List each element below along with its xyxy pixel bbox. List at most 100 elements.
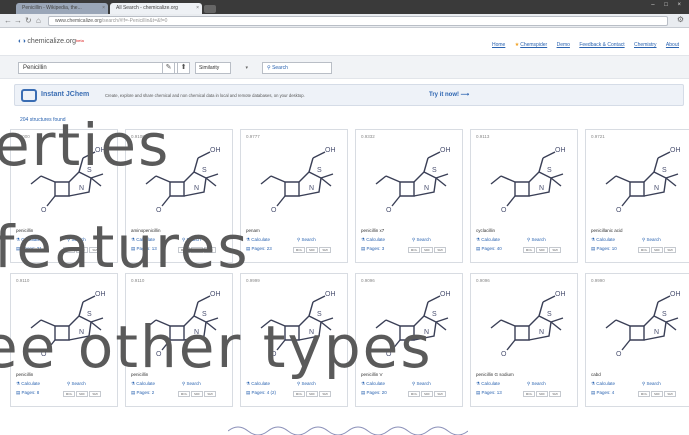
format-sdf-button[interactable]: SDF — [306, 391, 318, 397]
compound-name[interactable]: penicillin G sodium — [476, 372, 514, 377]
structure-diagram[interactable]: N S O OH — [132, 286, 228, 368]
format-mol-button[interactable]: MOL — [523, 391, 535, 397]
result-card[interactable]: 0.9096 N S O OH penicillin G sodium ⚗ Ca… — [470, 273, 578, 407]
pages-link[interactable]: ▤ Pages: 21 — [16, 246, 42, 252]
calculate-link[interactable]: ⚗ Calculate — [476, 237, 500, 243]
structure-diagram[interactable]: N S O OH — [247, 286, 343, 368]
structure-diagram[interactable]: N S O OH — [477, 142, 573, 224]
draw-structure-icon[interactable]: ✎ — [162, 62, 175, 74]
format-mol-button[interactable]: MOL — [63, 247, 75, 253]
format-mol-button[interactable]: MOL — [638, 247, 650, 253]
search-link[interactable]: ⚲ Search — [297, 381, 316, 387]
result-card[interactable]: 0.9110 N S O OH penicillin ⚗ Calculate ⚲… — [125, 273, 233, 407]
format-smi-button[interactable]: SMI — [664, 391, 676, 397]
compound-name[interactable]: cabd — [591, 372, 601, 377]
format-sdf-button[interactable]: SDF — [421, 391, 433, 397]
format-smi-button[interactable]: SMI — [319, 391, 331, 397]
format-sdf-button[interactable]: SDF — [191, 247, 203, 253]
address-bar[interactable]: www.chemicalize.org/search/#!f=-Penicill… — [48, 16, 668, 26]
format-smi-button[interactable]: SMI — [664, 247, 676, 253]
compound-name[interactable]: penicillin V — [361, 372, 383, 377]
format-sdf-button[interactable]: SDF — [651, 247, 663, 253]
format-mol-button[interactable]: MOL — [63, 391, 75, 397]
pages-link[interactable]: ▤ Pages: 20 — [361, 390, 387, 396]
format-sdf-button[interactable]: SDF — [536, 391, 548, 397]
pages-link[interactable]: ▤ Pages: 13 — [131, 246, 157, 252]
search-link[interactable]: ⚲ Search — [67, 237, 86, 243]
format-mol-button[interactable]: MOL — [408, 391, 420, 397]
pages-link[interactable]: ▤ Pages: 3 — [361, 246, 384, 252]
search-mode-select[interactable]: Similarity — [195, 62, 231, 74]
format-smi-button[interactable]: SMI — [434, 247, 446, 253]
structure-diagram[interactable]: N S O OH — [362, 142, 458, 224]
pages-link[interactable]: ▤ Pages: 23 — [246, 246, 272, 252]
result-card[interactable]: 0.9721 N S O OH penicillanic acid ⚗ Calc… — [585, 129, 689, 263]
format-mol-button[interactable]: MOL — [178, 247, 190, 253]
result-card[interactable]: 0.9999 N S O OH ⚗ Calculate ⚲ Search ▤ P… — [240, 273, 348, 407]
structure-diagram[interactable]: N S O OH — [592, 286, 688, 368]
format-smi-button[interactable]: SMI — [204, 247, 216, 253]
format-mol-button[interactable]: MOL — [293, 247, 305, 253]
format-mol-button[interactable]: MOL — [178, 391, 190, 397]
result-card[interactable]: 0.9990 N S O OH cabd ⚗ Calculate ⚲ Searc… — [585, 273, 689, 407]
structure-diagram[interactable]: N S O OH — [362, 286, 458, 368]
structure-diagram[interactable]: N S O OH — [17, 142, 113, 224]
compound-name[interactable]: penicillin — [131, 372, 148, 377]
result-card[interactable]: 0.9110 N S O OH penicillin ⚗ Calculate ⚲… — [10, 273, 118, 407]
format-sdf-button[interactable]: SDF — [76, 247, 88, 253]
calculate-link[interactable]: ⚗ Calculate — [361, 237, 385, 243]
format-mol-button[interactable]: MOL — [293, 391, 305, 397]
result-card[interactable]: 0.9777 N S O OH penam ⚗ Calculate ⚲ Sear… — [240, 129, 348, 263]
format-smi-button[interactable]: SMI — [89, 391, 101, 397]
result-card[interactable]: 0.9000 N S O OH penicillin ⚗ Calculate ⚲… — [10, 129, 118, 263]
compound-name[interactable]: penicillin — [16, 228, 33, 233]
new-tab-button[interactable] — [204, 5, 216, 13]
pages-link[interactable]: ▤ Pages: 4 (2) — [246, 390, 276, 396]
search-link[interactable]: ⚲ Search — [527, 381, 546, 387]
wrench-icon[interactable]: ⚙ — [677, 15, 684, 24]
calculate-link[interactable]: ⚗ Calculate — [591, 237, 615, 243]
search-button[interactable]: ⚲ Search — [262, 62, 332, 74]
top-link-chemspider[interactable]: Chemspider — [520, 42, 547, 48]
calculate-link[interactable]: ⚗ Calculate — [591, 381, 615, 387]
search-link[interactable]: ⚲ Search — [182, 381, 201, 387]
calculate-link[interactable]: ⚗ Calculate — [131, 237, 155, 243]
format-sdf-button[interactable]: SDF — [536, 247, 548, 253]
search-link[interactable]: ⚲ Search — [642, 237, 661, 243]
compound-name[interactable]: penicillanic acid — [591, 228, 623, 233]
format-smi-button[interactable]: SMI — [319, 247, 331, 253]
top-link-about[interactable]: About — [666, 42, 679, 48]
structure-diagram[interactable]: N S O OH — [132, 142, 228, 224]
browser-tab-active[interactable]: All Search - chemicalize.org × — [110, 3, 202, 14]
result-card[interactable]: 0.9332 N S O OH penicillin x7 ⚗ Calculat… — [355, 129, 463, 263]
structure-diagram[interactable]: N S O OH — [477, 286, 573, 368]
format-smi-button[interactable]: SMI — [549, 391, 561, 397]
format-mol-button[interactable]: MOL — [408, 247, 420, 253]
search-link[interactable]: ⚲ Search — [527, 237, 546, 243]
search-link[interactable]: ⚲ Search — [182, 237, 201, 243]
result-card[interactable]: 0.9100 N S O OH aminopenicillin ⚗ Calcul… — [125, 129, 233, 263]
calculate-link[interactable]: ⚗ Calculate — [246, 237, 270, 243]
format-smi-button[interactable]: SMI — [89, 247, 101, 253]
pages-link[interactable]: ▤ Pages: 8 — [16, 390, 39, 396]
pages-link[interactable]: ▤ Pages: 13 — [476, 390, 502, 396]
result-card[interactable]: 0.9096 N S O OH penicillin V ⚗ Calculate… — [355, 273, 463, 407]
forward-icon[interactable]: → — [14, 16, 22, 26]
compound-name[interactable]: cyclacillin — [476, 228, 495, 233]
format-sdf-button[interactable]: SDF — [191, 391, 203, 397]
calculate-link[interactable]: ⚗ Calculate — [246, 381, 270, 387]
window-controls[interactable]: – □ × — [651, 2, 685, 8]
pages-link[interactable]: ▤ Pages: 2 — [131, 390, 154, 396]
format-sdf-button[interactable]: SDF — [306, 247, 318, 253]
calculate-link[interactable]: ⚗ Calculate — [361, 381, 385, 387]
format-sdf-button[interactable]: SDF — [421, 247, 433, 253]
format-smi-button[interactable]: SMI — [204, 391, 216, 397]
format-mol-button[interactable]: MOL — [523, 247, 535, 253]
close-icon[interactable]: × — [102, 3, 105, 14]
pages-link[interactable]: ▤ Pages: 10 — [591, 246, 617, 252]
threshold-select[interactable]: ▾ — [232, 62, 250, 74]
calculate-link[interactable]: ⚗ Calculate — [131, 381, 155, 387]
browser-tab[interactable]: Penicillin - Wikipedia, the... × — [16, 3, 108, 14]
back-icon[interactable]: ← — [4, 16, 12, 26]
top-link-demo[interactable]: Demo — [557, 42, 570, 48]
